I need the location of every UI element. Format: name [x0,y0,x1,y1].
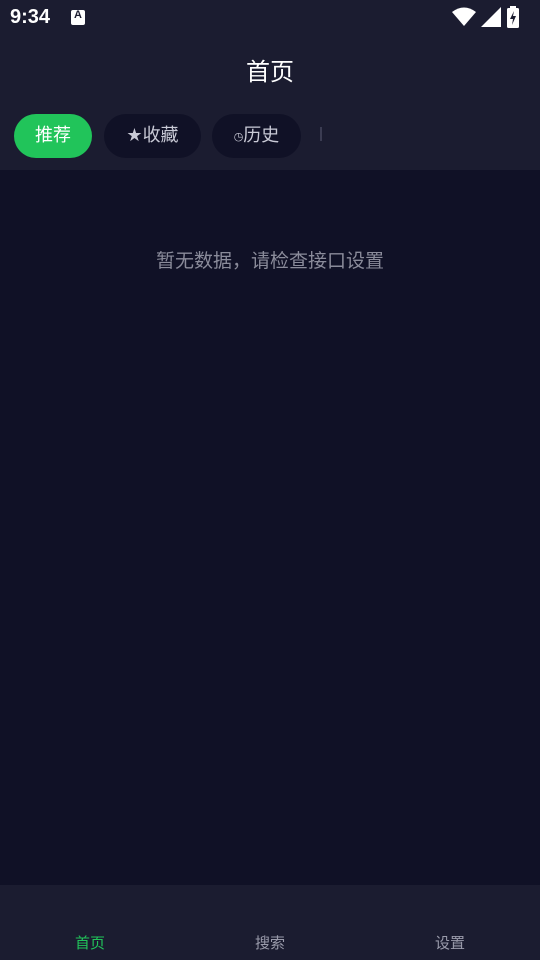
status-icons [452,6,532,28]
page-title: 首页 [246,58,294,86]
tabs-scroll-indicator [320,127,322,141]
content-area: 暂无数据，请检查接口设置 [0,170,540,885]
tab-favorites-label: 收藏 [142,125,179,146]
empty-state-message: 暂无数据，请检查接口设置 [155,250,384,272]
star-icon: ★ [126,125,143,146]
tab-recommend[interactable]: 推荐 [14,114,92,158]
tab-history[interactable]: ◷历史 [212,114,301,158]
notification-a-icon: A [71,9,85,25]
bottom-nav: 首页 搜索 设置 [0,885,540,960]
app-header: 首页 [0,36,540,100]
nav-home[interactable]: 首页 [0,885,180,960]
tab-history-label: 历史 [243,125,280,146]
tab-favorites[interactable]: ★收藏 [104,114,201,158]
wifi-icon [452,7,476,26]
nav-search-label: 搜索 [254,934,285,952]
nav-settings-label: 设置 [434,934,465,952]
nav-search[interactable]: 搜索 [180,885,360,960]
nav-home-label: 首页 [74,934,105,952]
signal-icon [481,7,501,27]
status-bar: 9:34 A [0,0,540,36]
nav-settings[interactable]: 设置 [360,885,540,960]
notification-icon-letter: A [74,9,82,21]
category-tabs: 推荐 ★收藏 ◷历史 [0,100,540,170]
app-screen: 9:34 A 首页 推荐 ★收藏 ◷历史 暂无数据，请检查接口设置 首页 搜索 … [0,0,540,960]
status-time: 9:34 [10,6,51,28]
clock-icon: ◷ [233,130,244,143]
battery-charging-icon [507,6,519,28]
tab-recommend-label: 推荐 [35,125,71,146]
